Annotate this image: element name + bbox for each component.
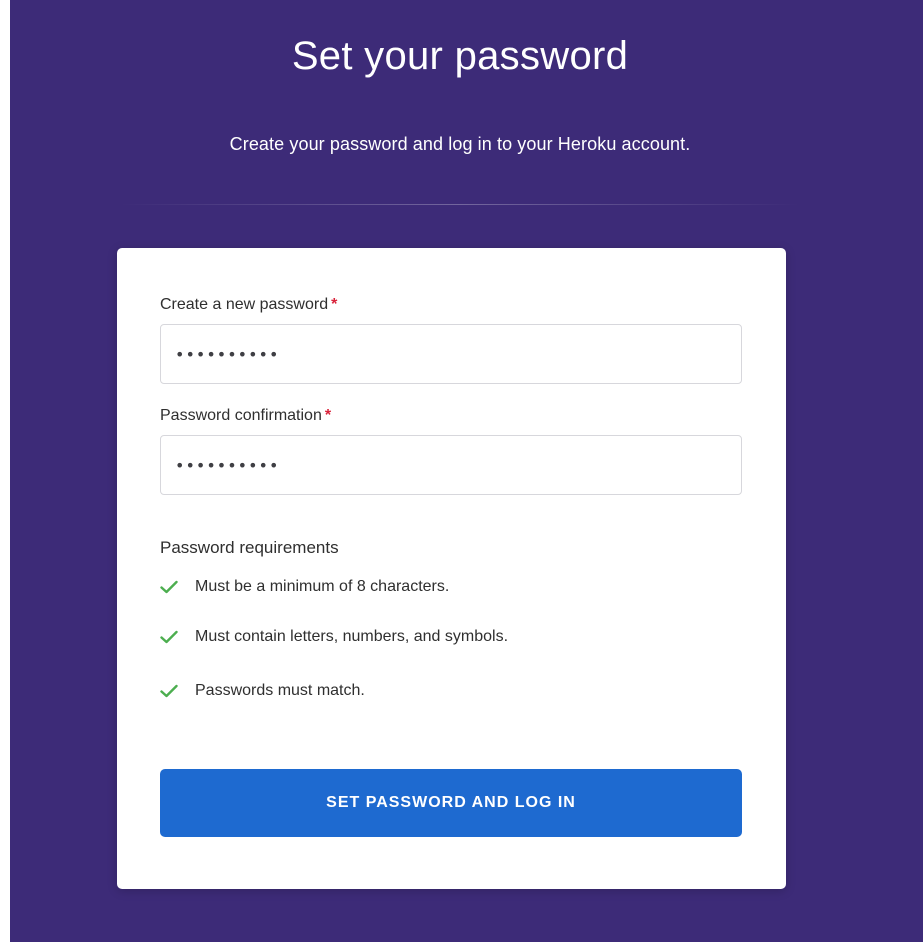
confirm-password-label: Password confirmation * [160,407,331,425]
new-password-input[interactable] [160,324,742,384]
requirement-item: Must contain letters, numbers, and symbo… [160,628,508,646]
requirement-item: Must be a minimum of 8 characters. [160,578,449,596]
page-subtitle: Create your password and log in to your … [229,134,691,154]
page-title: Set your password [291,34,629,78]
requirement-text: Must contain letters, numbers, and symbo… [195,628,509,645]
set-password-button[interactable]: SET PASSWORD AND LOG IN [160,769,742,837]
header-divider [120,204,800,205]
password-form-card: Create a new password* Password confirma… [117,248,786,889]
page-background: Set your password Create your password a… [10,0,923,942]
required-marker: * [324,407,332,424]
requirements-heading: Password requirements [160,538,339,557]
confirm-password-label-text: Password confirmation [160,407,322,424]
new-password-label-text: Create a new password [160,296,329,313]
requirement-text: Passwords must match. [195,682,365,699]
new-password-label: Create a new password * [160,296,337,314]
requirement-text: Must be a minimum of 8 characters. [195,578,450,595]
check-icon [160,684,178,698]
check-icon [160,630,178,644]
confirm-password-input[interactable] [160,435,742,495]
check-icon [160,580,178,594]
requirement-item: Passwords must match. [160,682,365,700]
required-marker: * [331,296,338,313]
